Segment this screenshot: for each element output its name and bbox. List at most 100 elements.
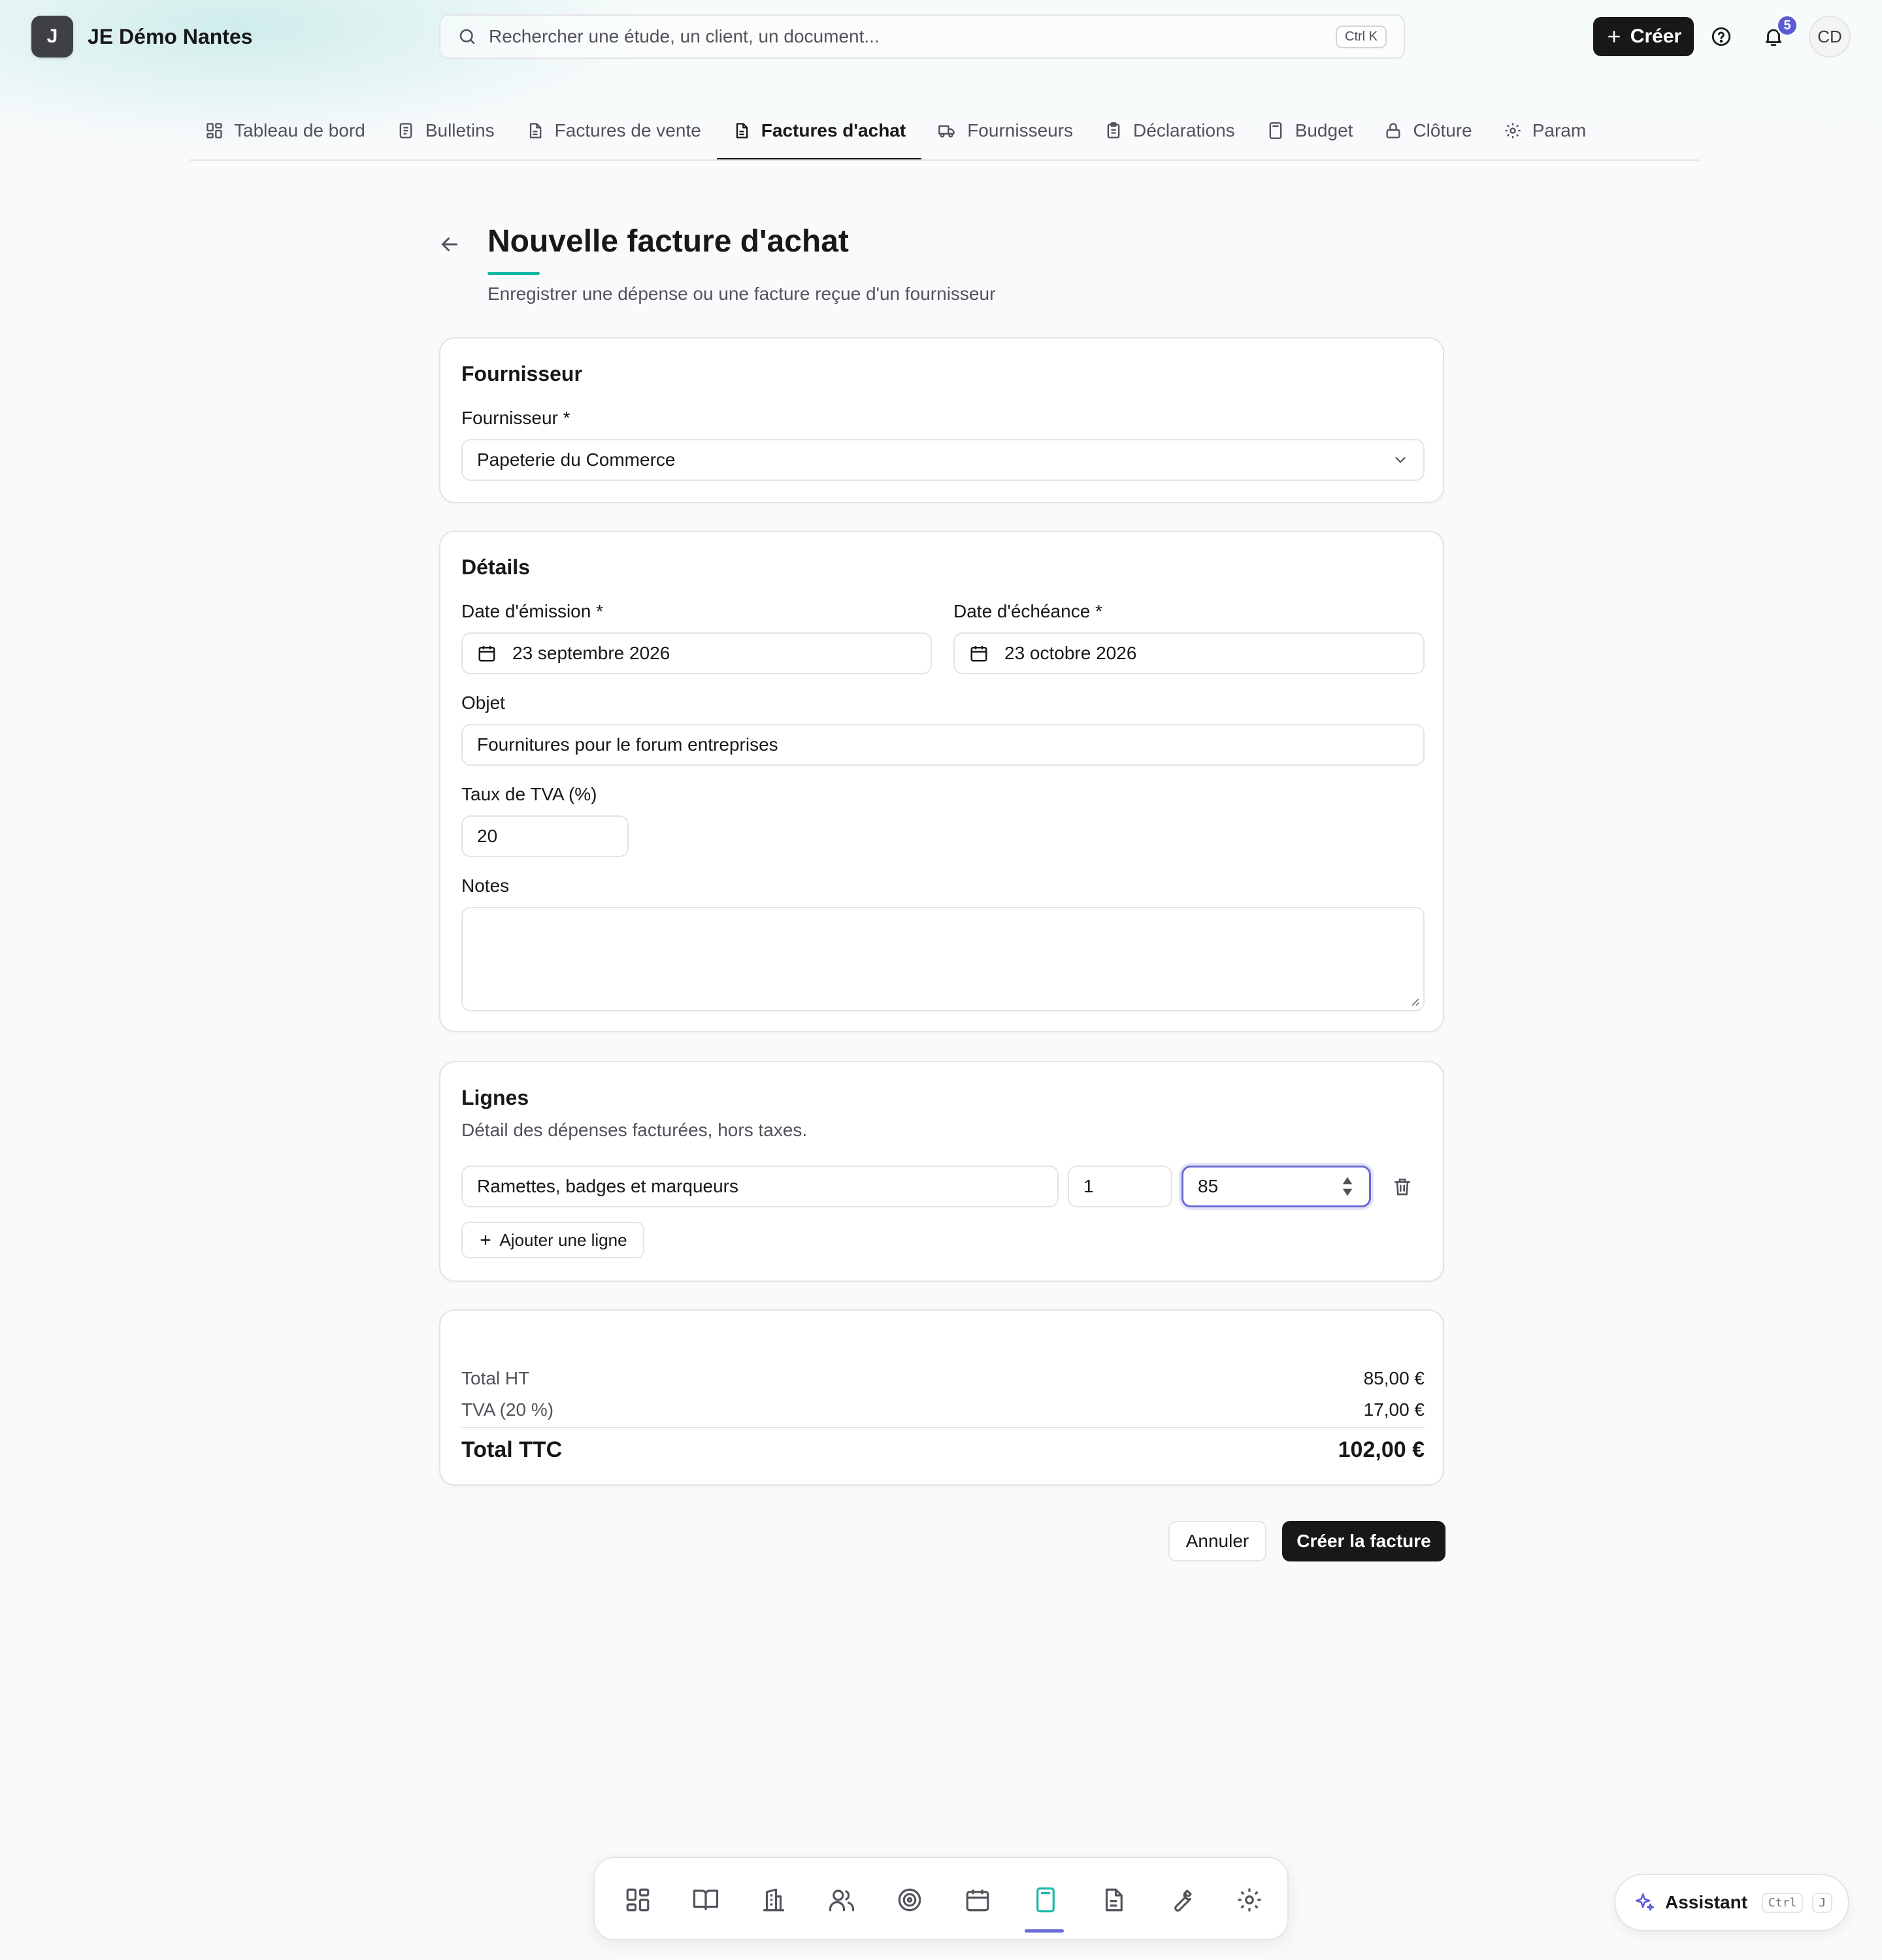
page-subtitle: Enregistrer une dépense ou une facture r… [487, 284, 996, 304]
document-icon [1100, 1886, 1127, 1914]
tab-label: Factures d'achat [761, 120, 906, 140]
assistant-shortcut-key: J [1812, 1892, 1833, 1913]
vat-rate-label: Taux de TVA (%) [461, 784, 597, 804]
tab-factures-de-vente[interactable]: Factures de vente [510, 102, 717, 159]
arrow-left-icon [438, 233, 464, 256]
dock-item-users[interactable] [823, 1882, 860, 1918]
details-card-title: Détails [461, 555, 530, 579]
supplier-field-label: Fournisseur * [461, 408, 570, 428]
notes-textarea[interactable] [461, 907, 1425, 1011]
plus-icon [1606, 28, 1623, 45]
plus-icon [478, 1233, 493, 1247]
dock-item-calendar[interactable] [959, 1882, 996, 1918]
module-tabs: Tableau de bord Bulletins Factures de ve… [190, 102, 1699, 161]
lines-card-subtitle: Détail des dépenses facturées, hors taxe… [461, 1120, 808, 1140]
total-ht-row: Total HT 85,00 € [461, 1368, 1425, 1389]
tab-cloture[interactable]: Clôture [1368, 102, 1487, 159]
help-button[interactable] [1704, 20, 1738, 54]
tab-parametres[interactable]: Param [1488, 102, 1602, 159]
subject-input[interactable]: Fournitures pour le forum entreprises [461, 724, 1425, 766]
delete-line-button[interactable] [1392, 1176, 1413, 1197]
building-icon [760, 1886, 787, 1914]
total-ttc-label: Total TTC [461, 1437, 563, 1462]
dock-item-wrench[interactable] [1163, 1882, 1200, 1918]
bottom-dock [593, 1857, 1289, 1940]
supplier-select-value: Papeterie du Commerce [477, 449, 676, 470]
dock-item-dashboard[interactable] [619, 1882, 656, 1918]
totals-divider [461, 1427, 1425, 1428]
document-icon [733, 122, 751, 140]
lines-card: Lignes Détail des dépenses facturées, ho… [439, 1061, 1444, 1282]
tab-fournisseurs[interactable]: Fournisseurs [921, 102, 1089, 159]
tab-label: Factures de vente [554, 120, 701, 140]
vat-row: TVA (20 %) 17,00 € [461, 1399, 1425, 1420]
create-invoice-button[interactable]: Créer la facture [1282, 1521, 1445, 1561]
line-description-value: Ramettes, badges et marqueurs [477, 1176, 738, 1196]
details-card: Détails Date d'émission * 23 septembre 2… [439, 531, 1444, 1032]
subject-label: Objet [461, 693, 505, 713]
line-description-input[interactable]: Ramettes, badges et marqueurs [461, 1166, 1059, 1207]
total-ttc-value: 102,00 € [1338, 1437, 1425, 1462]
document-icon [397, 122, 415, 140]
gear-icon [1236, 1886, 1263, 1914]
vat-rate-input[interactable]: 20 [461, 815, 629, 857]
supplier-card: Fournisseur Fournisseur * Papeterie du C… [439, 337, 1444, 503]
clipboard-icon [1104, 122, 1123, 140]
dashboard-icon [624, 1886, 652, 1914]
dock-item-building[interactable] [755, 1882, 792, 1918]
assistant-shortcut-ctrl: Ctrl [1762, 1892, 1804, 1913]
create-button[interactable]: Créer [1593, 17, 1694, 56]
tab-label: Param [1532, 120, 1587, 140]
assistant-button[interactable]: Assistant Ctrl J [1614, 1874, 1849, 1931]
tab-declarations[interactable]: Déclarations [1089, 102, 1251, 159]
number-stepper-icon[interactable] [1340, 1175, 1355, 1198]
vat-rate-value: 20 [477, 826, 498, 846]
vat-total-value: 17,00 € [1363, 1399, 1425, 1420]
tab-label: Fournisseurs [967, 120, 1074, 140]
resize-handle-icon[interactable] [1409, 996, 1419, 1006]
issue-date-input[interactable]: 23 septembre 2026 [461, 632, 932, 674]
tab-label: Bulletins [425, 120, 495, 140]
due-date-label: Date d'échéance * [953, 601, 1102, 621]
search-input[interactable]: Rechercher une étude, un client, un docu… [439, 14, 1405, 59]
line-quantity-input[interactable]: 1 [1068, 1166, 1172, 1207]
dock-active-indicator [1025, 1929, 1064, 1933]
back-button[interactable] [438, 233, 464, 259]
line-unit-price-value: 85 [1198, 1176, 1219, 1196]
dock-item-settings[interactable] [1231, 1882, 1268, 1918]
search-placeholder: Rechercher une étude, un client, un docu… [489, 26, 880, 46]
total-ht-label: Total HT [461, 1368, 530, 1388]
tab-bulletins[interactable]: Bulletins [381, 102, 510, 159]
lock-icon [1384, 122, 1402, 140]
brand-logo: J [31, 16, 73, 57]
due-date-input[interactable]: 23 octobre 2026 [953, 632, 1425, 674]
cancel-button[interactable]: Annuler [1168, 1521, 1266, 1561]
book-icon [692, 1886, 719, 1914]
supplier-select[interactable]: Papeterie du Commerce [461, 439, 1425, 481]
target-icon [896, 1886, 923, 1914]
avatar[interactable]: CD [1809, 16, 1851, 57]
search-icon [457, 27, 477, 46]
vat-total-label: TVA (20 %) [461, 1399, 554, 1420]
search-shortcut: Ctrl K [1336, 25, 1387, 48]
page-title: Nouvelle facture d'achat [487, 224, 849, 259]
tab-tableau-de-bord[interactable]: Tableau de bord [190, 102, 381, 159]
subject-value: Fournitures pour le forum entreprises [477, 734, 778, 755]
dock-item-book[interactable] [687, 1882, 724, 1918]
truck-icon [937, 122, 957, 140]
dock-item-target[interactable] [891, 1882, 928, 1918]
tab-factures-d-achat[interactable]: Factures d'achat [716, 102, 922, 159]
add-line-button[interactable]: Ajouter une ligne [461, 1222, 644, 1258]
notes-label: Notes [461, 875, 510, 896]
help-icon [1710, 25, 1732, 48]
dock-item-calculator[interactable] [1027, 1882, 1064, 1918]
line-unit-price-input[interactable]: 85 [1181, 1166, 1371, 1207]
chevron-down-icon [1392, 451, 1409, 468]
dashboard-icon [205, 122, 223, 140]
tab-budget[interactable]: Budget [1251, 102, 1369, 159]
trash-icon [1392, 1176, 1413, 1197]
brand[interactable]: J JE Démo Nantes [31, 16, 253, 57]
dock-item-document[interactable] [1095, 1882, 1132, 1918]
notifications-badge: 5 [1776, 14, 1798, 37]
calendar-icon [964, 1886, 991, 1914]
